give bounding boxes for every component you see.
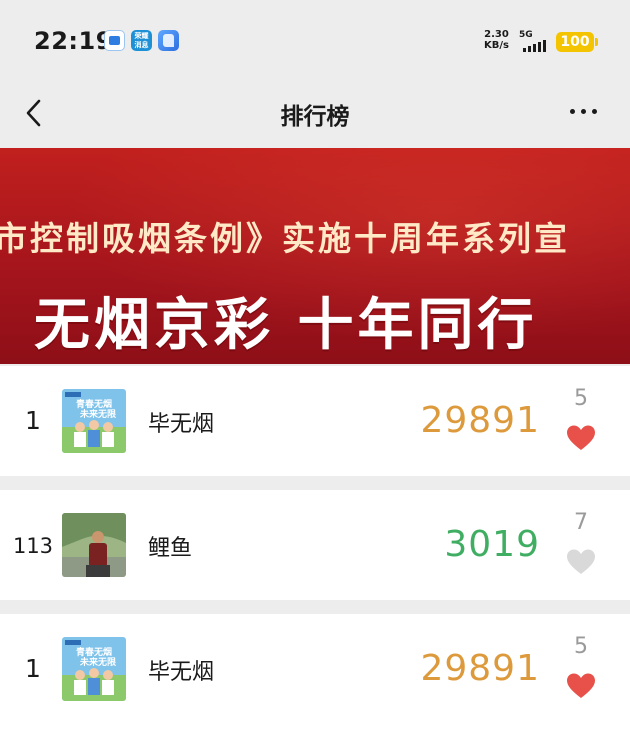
honor-message-app-icon: 荣耀 消息	[131, 30, 152, 51]
ranking-row[interactable]: 1 青春无烟 未来无限 毕无烟 29891 5	[0, 366, 630, 476]
network-speed-value: 2.30	[484, 29, 509, 40]
step-count: 3019	[444, 524, 540, 565]
user-name: 毕无烟	[148, 412, 215, 437]
step-count: 29891	[420, 648, 540, 689]
network-speed-unit: KB/s	[484, 40, 509, 51]
svg-text:青春无烟: 青春无烟	[76, 646, 112, 658]
ranking-row[interactable]: 113 鲤鱼 3019 7	[0, 490, 630, 600]
banner-slogan: 无烟京彩 十年同行	[34, 293, 538, 358]
network-speed: 2.30 KB/s	[484, 29, 509, 51]
signal-icon	[523, 40, 546, 52]
heart-icon[interactable]	[566, 548, 596, 576]
rank-number: 1	[25, 406, 41, 435]
chat-app-icon	[158, 30, 179, 51]
svg-text:未来无限: 未来无限	[79, 656, 117, 668]
user-name: 鲤鱼	[148, 536, 193, 561]
page-title: 排行榜	[280, 104, 350, 130]
avatar[interactable]: 青春无烟 未来无限	[62, 389, 126, 453]
step-count: 29891	[420, 400, 540, 441]
notification-icons: 荣耀 消息	[104, 30, 179, 51]
campaign-banner[interactable]: 市控制吸烟条例》实施十周年系列宣 无烟京彩 十年同行	[0, 148, 630, 364]
rank-number: 1	[25, 654, 41, 683]
like-count: 5	[574, 634, 588, 659]
message-app-icon	[104, 30, 125, 51]
clock: 22:19	[34, 27, 113, 55]
heart-icon[interactable]	[566, 424, 596, 452]
more-icon[interactable]	[570, 106, 602, 116]
svg-text:未来无限: 未来无限	[79, 408, 117, 420]
banner-subtitle: 市控制吸烟条例》实施十周年系列宣	[0, 219, 570, 258]
avatar[interactable]	[62, 513, 126, 577]
rank-number: 113	[12, 534, 54, 558]
like-count: 5	[574, 386, 588, 411]
nav-bar: 排行榜	[0, 84, 630, 148]
network-type: 5G	[519, 30, 533, 40]
status-bar: 22:19 荣耀 消息 2.30 KB/s 5G 100	[0, 0, 630, 84]
svg-text:青春无烟: 青春无烟	[76, 398, 112, 410]
like-count: 7	[574, 510, 588, 535]
user-name: 毕无烟	[148, 660, 215, 685]
ranking-row[interactable]: 1 青春无烟 未来无限 毕无烟 29891 5	[0, 614, 630, 740]
avatar[interactable]: 青春无烟 未来无限	[62, 637, 126, 701]
heart-icon[interactable]	[566, 672, 596, 700]
battery-icon: 100	[556, 32, 598, 52]
